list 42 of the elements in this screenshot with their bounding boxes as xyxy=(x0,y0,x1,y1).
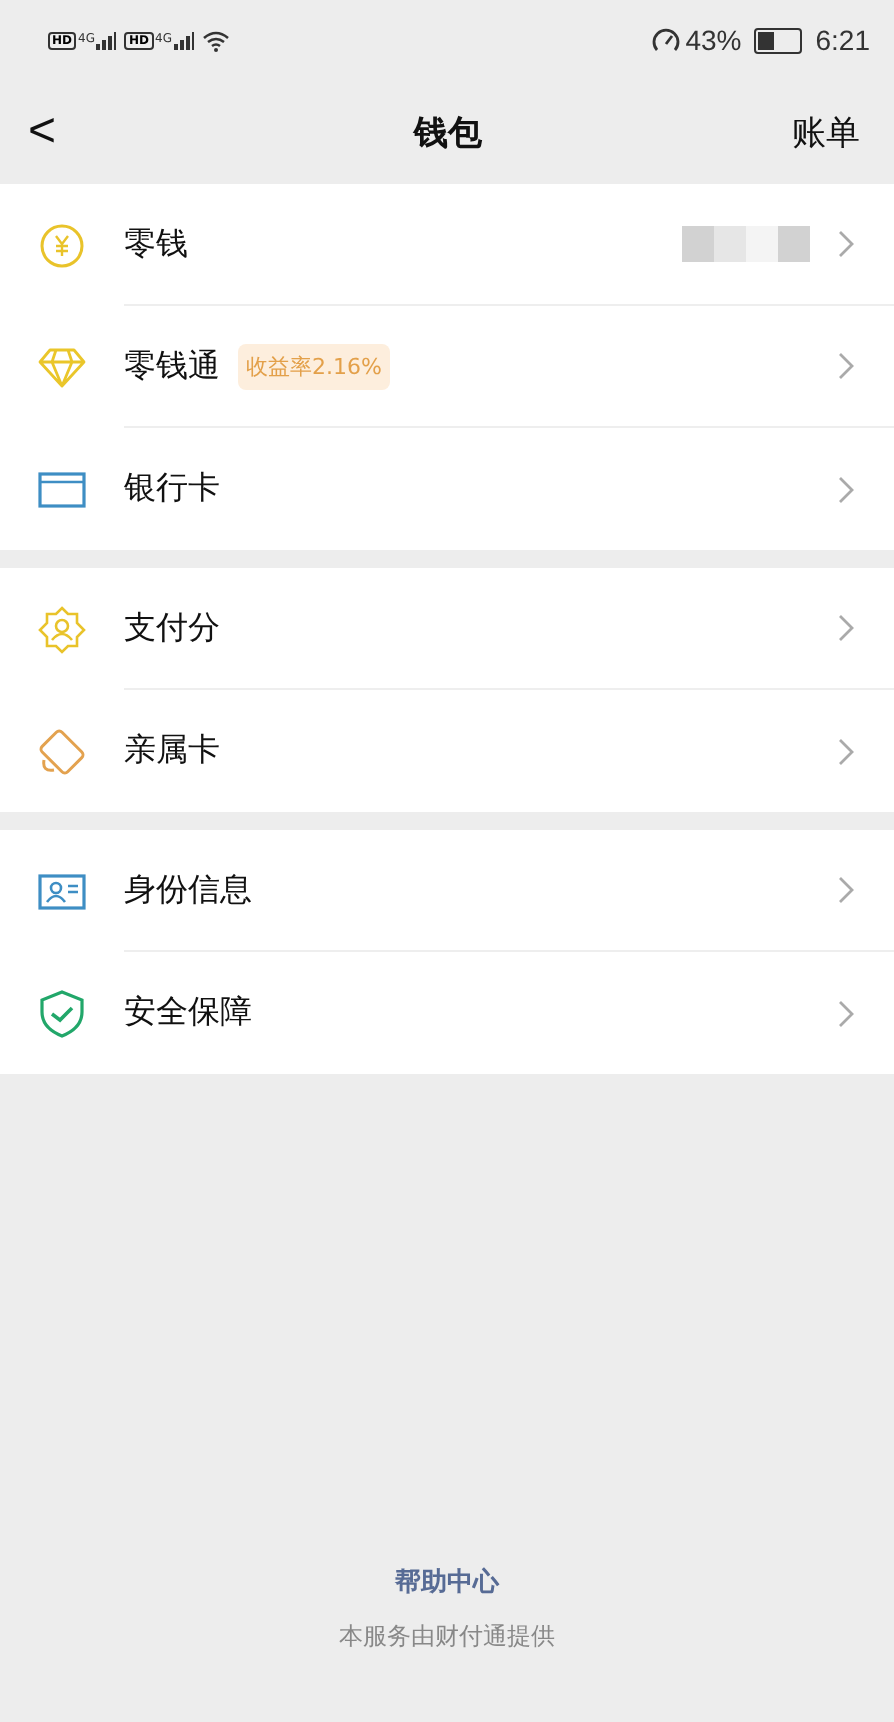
menu-item[interactable]: 支付分 xyxy=(0,568,894,690)
diamond-icon xyxy=(38,347,86,387)
item-label: 支付分 xyxy=(124,607,220,649)
chevron-right-icon xyxy=(838,352,854,380)
battery-percentage: 43% xyxy=(685,24,742,56)
page-title: 钱包 xyxy=(414,111,482,155)
menu-item[interactable]: 身份信息 xyxy=(0,830,894,952)
signal-icon xyxy=(173,31,194,49)
item-label: 亲属卡 xyxy=(124,730,220,772)
clock: 6:21 xyxy=(815,24,870,56)
menu-item[interactable]: 零钱通 收益率2.16% xyxy=(0,306,894,428)
yuan-icon xyxy=(40,223,84,267)
card-icon xyxy=(38,727,86,775)
chevron-right-icon xyxy=(838,876,854,904)
shield-check-icon xyxy=(40,989,84,1037)
chevron-right-icon xyxy=(838,999,854,1027)
chevron-right-icon xyxy=(838,475,854,503)
signal-icon xyxy=(96,31,117,49)
back-button[interactable]: < xyxy=(28,104,57,160)
id-card-icon xyxy=(38,873,86,909)
chevron-right-icon xyxy=(838,737,854,765)
menu-item[interactable]: 零钱 xyxy=(0,184,894,306)
yield-rate-tag: 收益率2.16% xyxy=(238,343,390,389)
menu-item[interactable]: 亲属卡 xyxy=(0,690,894,812)
item-label: 安全保障 xyxy=(124,992,252,1034)
item-label: 零钱 xyxy=(124,223,188,265)
chevron-right-icon xyxy=(838,230,854,258)
chevron-right-icon xyxy=(838,614,854,642)
card-icon xyxy=(38,471,86,507)
item-label: 银行卡 xyxy=(124,468,220,510)
blurred-amount xyxy=(682,226,810,262)
item-label: 零钱通 xyxy=(124,345,220,387)
wifi-icon xyxy=(201,29,230,51)
item-label: 身份信息 xyxy=(124,869,252,911)
battery-icon xyxy=(753,27,802,53)
menu-item[interactable]: 银行卡 xyxy=(0,428,894,550)
help-center-link[interactable]: 帮助中心 xyxy=(395,1564,499,1600)
badge-icon xyxy=(38,605,86,653)
provider-note: 本服务由财付通提供 xyxy=(339,1620,555,1654)
gauge-icon xyxy=(651,27,680,53)
menu-item[interactable]: 安全保障 xyxy=(0,952,894,1074)
bill-button[interactable]: 账单 xyxy=(791,109,860,155)
